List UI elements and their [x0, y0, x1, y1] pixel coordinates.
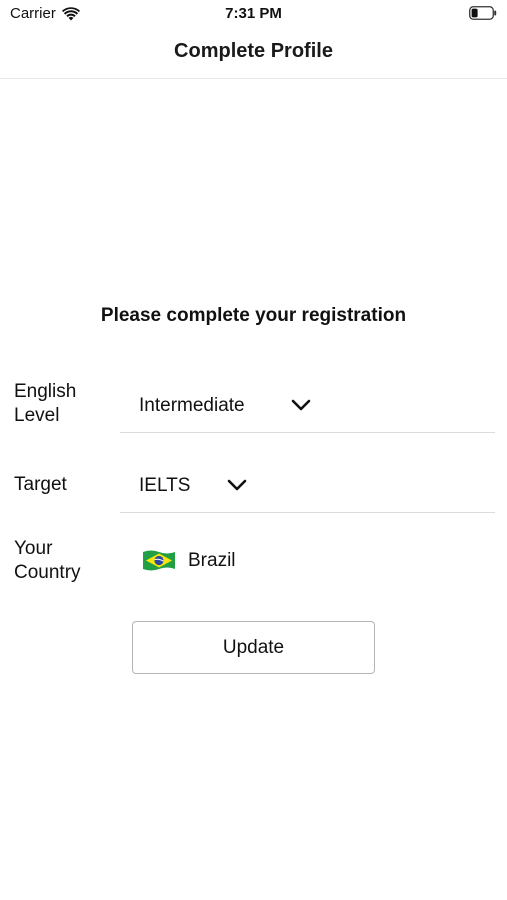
update-button[interactable]: Update [132, 621, 375, 674]
target-dropdown[interactable]: IELTS [120, 454, 495, 513]
country-label: Your Country [14, 538, 81, 583]
chevron-down-icon [227, 479, 247, 491]
target-label: Target [14, 474, 67, 495]
navigation-bar: Complete Profile [0, 28, 507, 79]
english-level-label: English Level [14, 381, 77, 426]
status-bar: Carrier 7:31 PM [0, 0, 507, 28]
english-level-value: Intermediate [139, 395, 245, 416]
country-value: Brazil [188, 550, 236, 571]
registration-heading: Please complete your registration [100, 305, 407, 326]
brazil-flag-icon [143, 550, 175, 571]
complete-profile-screen: Carrier 7:31 PM Complete Profile Please … [0, 0, 507, 900]
chevron-down-icon [291, 399, 311, 411]
battery-icon [469, 6, 497, 20]
target-value: IELTS [139, 475, 191, 496]
status-time: 7:31 PM [225, 5, 282, 22]
country-picker[interactable]: Brazil [120, 540, 495, 580]
english-level-dropdown[interactable]: Intermediate [120, 374, 495, 433]
page-title: Complete Profile [174, 40, 333, 62]
